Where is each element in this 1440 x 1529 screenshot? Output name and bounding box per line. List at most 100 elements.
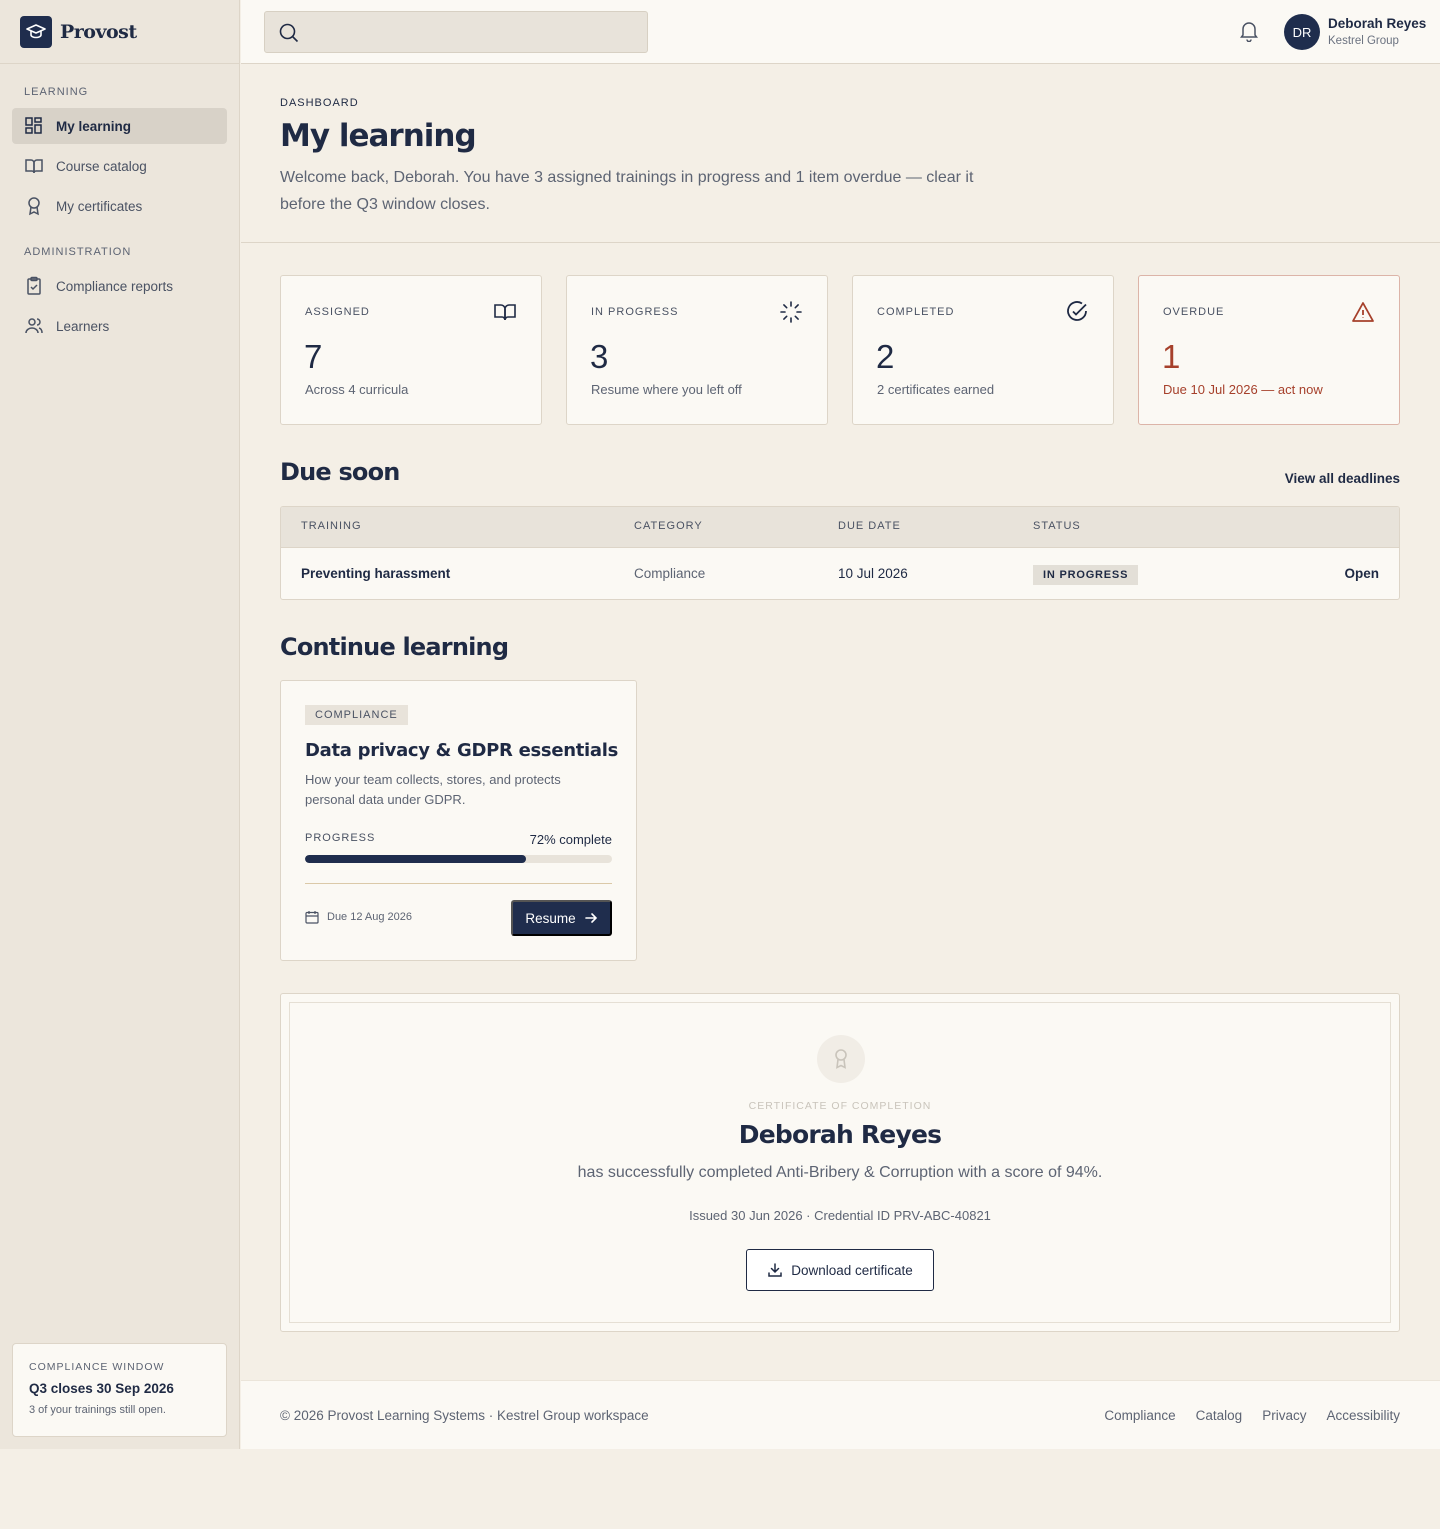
progress-label: PROGRESS [305,832,376,844]
column-header-due-date: DUE DATE [838,520,901,532]
course-tag: COMPLIANCE [305,705,408,725]
search-icon [279,23,299,43]
page-subtitle: Welcome back, Deborah. You have 3 assign… [280,169,974,213]
breadcrumb: DASHBOARD [280,97,359,109]
stat-desc: Due 10 Jul 2026 — act now [1163,382,1323,397]
bell-icon[interactable] [1239,20,1259,46]
view-all-deadlines-link[interactable]: View all deadlines [1285,471,1400,486]
certificate-meta: Issued 30 Jun 2026 · Credential ID PRV-A… [689,1208,991,1223]
graduation-cap-icon [20,15,52,48]
sidebar-item-learners[interactable]: Learners [12,308,227,344]
column-header-category: CATEGORY [634,520,703,532]
continue-learning-title: Continue learning [280,633,509,661]
award-icon [28,197,40,216]
cell-category: Compliance [634,566,706,581]
user-org: Kestrel Group [1328,35,1399,47]
sidebar: Provost LEARNING My learning Course cata… [0,0,240,1449]
footer-copyright: © 2026 Provost Learning Systems · Kestre… [280,1408,649,1423]
sidebar-item-label: Compliance reports [56,278,174,294]
progress-value: 72% complete [529,832,612,847]
resume-button-label: Resume [525,910,576,926]
nav-section-administration: ADMINISTRATION [24,246,132,258]
stat-desc: Across 4 curricula [305,382,409,397]
book-icon [25,159,43,174]
column-header-training: TRAINING [301,520,362,532]
certificate-label: CERTIFICATE OF COMPLETION [748,1100,932,1112]
stat-label: ASSIGNED [305,306,370,318]
table-header: TRAINING CATEGORY DUE DATE STATUS [281,507,1399,548]
footer: © 2026 Provost Learning Systems · Kestre… [241,1380,1440,1449]
certificate-name: Deborah Reyes [738,1120,942,1149]
download-icon [768,1263,782,1277]
divider [305,883,612,884]
cell-due-date: 10 Jul 2026 [838,566,908,581]
sidebar-item-label: My learning [56,118,132,134]
stat-label: OVERDUE [1163,306,1225,318]
stat-card-in-progress: IN PROGRESS 3 Resume where you left off [566,275,828,425]
footer-link-compliance[interactable]: Compliance [1104,1408,1175,1423]
certificate-card: CERTIFICATE OF COMPLETION Deborah Reyes … [280,993,1400,1332]
arrow-right-icon [584,913,597,923]
loader-icon [779,300,803,329]
download-certificate-button[interactable]: Download certificate [746,1249,934,1291]
compliance-window-card: COMPLIANCE WINDOW Q3 closes 30 Sep 2026 … [12,1343,227,1437]
progress-bar [305,855,612,863]
user-name[interactable]: Deborah Reyes [1328,16,1426,31]
open-link[interactable]: Open [1344,566,1379,581]
compliance-window-label: COMPLIANCE WINDOW [29,1361,165,1373]
course-due: Due 12 Aug 2026 [305,910,412,924]
sidebar-item-my-certificates[interactable]: My certificates [12,188,227,224]
stat-value: 1 [1162,338,1181,375]
compliance-window-note: 3 of your trainings still open. [29,1404,166,1416]
sidebar-item-label: Course catalog [56,158,147,174]
download-certificate-label: Download certificate [791,1262,913,1278]
footer-link-catalog[interactable]: Catalog [1196,1408,1243,1423]
alert-triangle-icon [1351,300,1375,329]
page-header: DASHBOARD My learning Welcome back, Debo… [241,64,1440,243]
course-title[interactable]: Data privacy & GDPR essentials [305,740,618,761]
course-description: How your team collects, stores, and prot… [305,772,561,807]
dashboard-icon [25,117,42,134]
column-header-status: STATUS [1033,520,1081,532]
clipboard-check-icon [27,276,41,295]
book-open-icon [493,300,517,329]
certificate-frame: CERTIFICATE OF COMPLETION Deborah Reyes … [289,1002,1391,1323]
footer-links: Compliance Catalog Privacy Accessibility [1104,1408,1400,1423]
stat-desc: 2 certificates earned [877,382,995,397]
stat-value: 2 [876,338,895,375]
check-circle-icon [1065,300,1089,329]
certificate-text: has successfully completed Anti-Bribery … [577,1164,1103,1181]
sidebar-item-my-learning[interactable]: My learning [12,108,227,144]
sidebar-item-label: My certificates [56,198,143,214]
sidebar-item-label: Learners [56,318,110,334]
table-row[interactable]: Preventing harassment Compliance 10 Jul … [281,548,1399,599]
cell-training: Preventing harassment [301,566,451,581]
footer-link-accessibility[interactable]: Accessibility [1326,1408,1400,1423]
page-title: My learning [280,118,477,154]
progress-bar-fill [305,855,527,863]
avatar[interactable]: DR [1284,14,1320,50]
stat-card-overdue: OVERDUE 1 Due 10 Jul 2026 — act now [1138,275,1400,425]
due-soon-table: TRAINING CATEGORY DUE DATE STATUS Preven… [280,506,1400,600]
stat-desc: Resume where you left off [591,382,742,397]
award-icon [817,1035,865,1083]
search-input[interactable] [264,11,648,53]
stat-value: 3 [590,338,609,375]
users-icon [25,318,43,334]
course-due-text: Due 12 Aug 2026 [327,911,413,923]
course-card: COMPLIANCE Data privacy & GDPR essential… [280,680,637,961]
brand-name: Provost [60,20,137,43]
compliance-window-title: Q3 closes 30 Sep 2026 [29,1381,174,1396]
sidebar-item-compliance-reports[interactable]: Compliance reports [12,268,227,304]
status-badge: IN PROGRESS [1033,565,1139,585]
sidebar-item-course-catalog[interactable]: Course catalog [12,148,227,184]
topbar: DR Deborah Reyes Kestrel Group [241,0,1440,64]
brand[interactable]: Provost [0,0,239,64]
stat-card-completed: COMPLETED 2 2 certificates earned [852,275,1114,425]
calendar-icon [305,911,319,924]
stat-card-assigned: ASSIGNED 7 Across 4 curricula [280,275,542,425]
stat-value: 7 [304,338,323,375]
footer-link-privacy[interactable]: Privacy [1262,1408,1306,1423]
nav-section-learning: LEARNING [24,86,89,98]
resume-button[interactable]: Resume [511,900,612,936]
